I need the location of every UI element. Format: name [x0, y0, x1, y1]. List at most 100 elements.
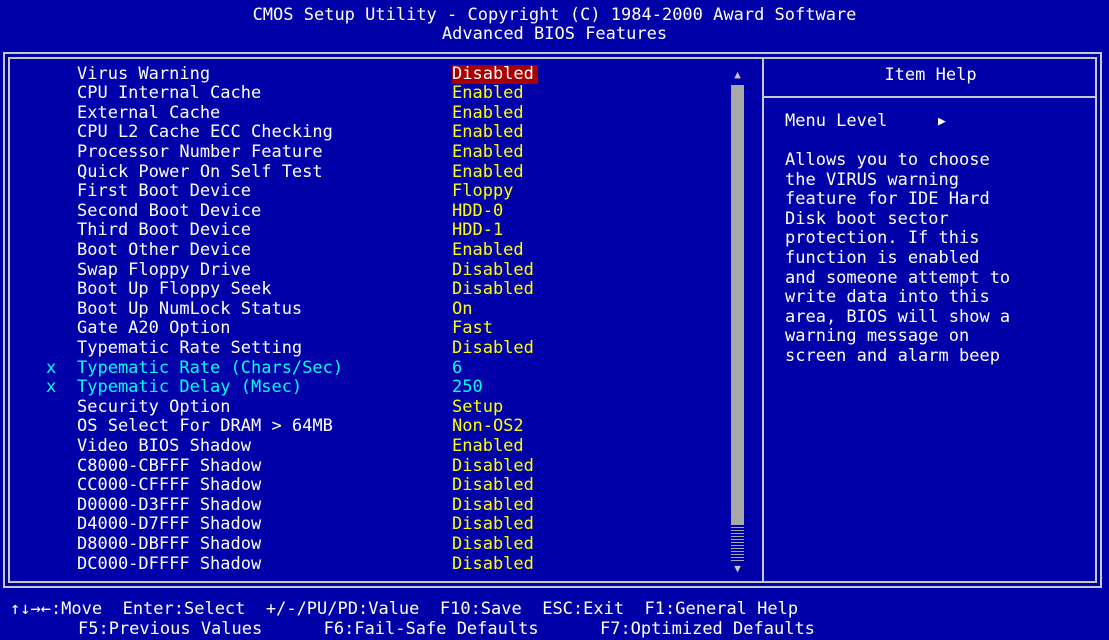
triangle-right-icon: ▶	[938, 114, 946, 129]
setting-value[interactable]: Enabled	[452, 83, 524, 104]
setting-label: D8000-DBFFF Shadow	[77, 533, 262, 554]
setting-label: External Cache	[77, 102, 221, 123]
setting-label: Boot Up Floppy Seek	[77, 279, 272, 300]
setting-value[interactable]: On	[452, 299, 472, 320]
help-title-divider	[764, 96, 1097, 98]
setting-row[interactable]: First Boot Device Floppy	[0, 181, 740, 202]
help-line: and someone attempt to	[785, 267, 1011, 288]
scroll-down-icon[interactable]: ▼	[729, 561, 746, 577]
key-legend-line1: ↑↓→←:Move Enter:Select +/-/PU/PD:Value F…	[10, 599, 799, 619]
panel-divider	[762, 57, 764, 583]
setting-label: D0000-D3FFF Shadow	[77, 494, 262, 515]
setting-value[interactable]: Enabled	[452, 240, 524, 261]
setting-label: Processor Number Feature	[77, 141, 323, 162]
setting-value[interactable]: Disabled	[452, 456, 534, 477]
scroll-thumb[interactable]	[731, 85, 744, 525]
setting-row[interactable]: CPU L2 Cache ECC Checking Enabled	[0, 123, 740, 143]
setting-label: Gate A20 Option	[77, 318, 231, 339]
scrollbar[interactable]: ▲ ▼	[729, 65, 746, 578]
setting-value[interactable]: Disabled	[452, 279, 534, 300]
scroll-up-icon[interactable]: ▲	[729, 65, 746, 85]
setting-value[interactable]: Enabled	[452, 123, 524, 143]
setting-value[interactable]: HDD-0	[452, 201, 503, 222]
unavailable-mark: x	[46, 357, 57, 378]
setting-row[interactable]: CPU Internal Cache Enabled	[0, 83, 740, 104]
setting-row[interactable]: D8000-DBFFF Shadow Disabled	[0, 533, 740, 555]
setting-label: Quick Power On Self Test	[77, 161, 323, 182]
setting-value[interactable]: Disabled	[452, 495, 534, 516]
setting-label: First Boot Device	[77, 181, 251, 202]
setting-value[interactable]: Setup	[452, 397, 503, 418]
help-line: protection. If this	[785, 228, 980, 249]
setting-row[interactable]: Virus Warning Disabled	[0, 63, 740, 85]
setting-label: CC000-CFFFF Shadow	[77, 475, 262, 496]
setting-label: Security Option	[77, 396, 231, 417]
setting-label: CPU Internal Cache	[77, 83, 262, 104]
help-line: warning message on	[785, 326, 970, 347]
setting-label: Third Boot Device	[77, 220, 251, 241]
setting-row[interactable]: OS Select For DRAM > 64MB Non-OS2	[0, 417, 740, 437]
setting-value[interactable]: Fast	[452, 319, 493, 339]
item-help-title: Item Help	[884, 65, 977, 85]
setting-label: OS Select For DRAM > 64MB	[77, 416, 333, 437]
setting-row[interactable]: Quick Power On Self Test Enabled	[0, 161, 740, 183]
setting-row[interactable]: Second Boot Device HDD-0	[0, 200, 740, 222]
help-line: screen and alarm beep	[785, 345, 1000, 366]
setting-value: 250	[452, 377, 483, 398]
setting-row[interactable]: Swap Floppy Drive Disabled	[0, 259, 740, 281]
menu-level-label: Menu Level	[785, 111, 888, 131]
setting-value[interactable]: Enabled	[452, 162, 524, 183]
setting-label: Swap Floppy Drive	[77, 259, 251, 280]
setting-value[interactable]: Disabled	[452, 554, 534, 575]
setting-value: 6	[452, 357, 463, 378]
key-legend: ↑↓→←:Move Enter:Select +/-/PU/PD:Value F…	[0, 598, 1109, 640]
page-title: Advanced BIOS Features	[441, 24, 668, 44]
setting-label: Typematic Delay (Msec)	[77, 377, 303, 398]
setting-label: Virus Warning	[77, 63, 211, 84]
setting-label: Typematic Rate (Chars/Sec)	[77, 357, 344, 378]
setting-value[interactable]: Disabled	[452, 64, 538, 85]
setting-label: Boot Other Device	[77, 239, 251, 260]
setting-row[interactable]: Typematic Rate Setting Disabled	[0, 337, 740, 359]
setting-value[interactable]: Disabled	[452, 534, 534, 555]
setting-row[interactable]: D0000-D3FFF Shadow Disabled	[0, 494, 740, 516]
setting-row[interactable]: Boot Up Floppy Seek Disabled	[0, 279, 740, 300]
setting-value[interactable]: Disabled	[452, 260, 534, 281]
unavailable-mark: x	[46, 377, 57, 398]
setting-label: Second Boot Device	[77, 200, 262, 221]
setting-value[interactable]: Disabled	[452, 338, 534, 359]
setting-label: D4000-D7FFF Shadow	[77, 514, 262, 535]
title-bar: CMOS Setup Utility - Copyright (C) 1984-…	[0, 0, 1109, 48]
key-legend-line2: F5:Previous Values F6:Fail-Safe Defaults…	[78, 619, 815, 639]
setting-value[interactable]: Disabled	[452, 515, 534, 535]
setting-row[interactable]: Gate A20 Option Fast	[0, 319, 740, 339]
setting-label: Boot Up NumLock Status	[77, 298, 303, 319]
setting-row[interactable]: Processor Number Feature Enabled	[0, 141, 740, 163]
setting-row[interactable]: D4000-D7FFF Shadow Disabled	[0, 515, 740, 535]
setting-value[interactable]: Enabled	[452, 142, 524, 163]
help-line: write data into this	[785, 287, 990, 308]
setting-row[interactable]: Boot Up NumLock Status On	[0, 298, 740, 320]
setting-row[interactable]: C8000-CBFFF Shadow Disabled	[0, 456, 740, 477]
setting-row[interactable]: DC000-DFFFF Shadow Disabled	[0, 554, 740, 575]
setting-value[interactable]: Floppy	[452, 181, 513, 202]
setting-row[interactable]: CC000-CFFFF Shadow Disabled	[0, 475, 740, 496]
setting-value[interactable]: Enabled	[452, 103, 524, 124]
setting-value[interactable]: HDD-1	[452, 221, 503, 241]
setting-label: CPU L2 Cache ECC Checking	[77, 122, 333, 143]
setting-row[interactable]: External Cache Enabled	[0, 102, 740, 124]
scroll-track[interactable]	[731, 525, 744, 561]
setting-label: Video BIOS Shadow	[77, 435, 251, 456]
setting-value[interactable]: Enabled	[452, 436, 524, 457]
setting-value[interactable]: Disabled	[452, 475, 534, 496]
help-line: feature for IDE Hard	[785, 189, 990, 210]
setting-label: Typematic Rate Setting	[77, 337, 303, 358]
setting-row[interactable]: Video BIOS Shadow Enabled	[0, 435, 740, 457]
setting-row: x Typematic Rate (Chars/Sec) 6	[0, 357, 740, 379]
setting-row[interactable]: Security Option Setup	[0, 396, 740, 418]
setting-row[interactable]: Boot Other Device Enabled	[0, 239, 740, 261]
setting-row[interactable]: Third Boot Device HDD-1	[0, 221, 740, 241]
setting-row: x Typematic Delay (Msec) 250	[0, 377, 740, 398]
copyright-title: CMOS Setup Utility - Copyright (C) 1984-…	[252, 5, 857, 25]
setting-value[interactable]: Non-OS2	[452, 417, 524, 437]
